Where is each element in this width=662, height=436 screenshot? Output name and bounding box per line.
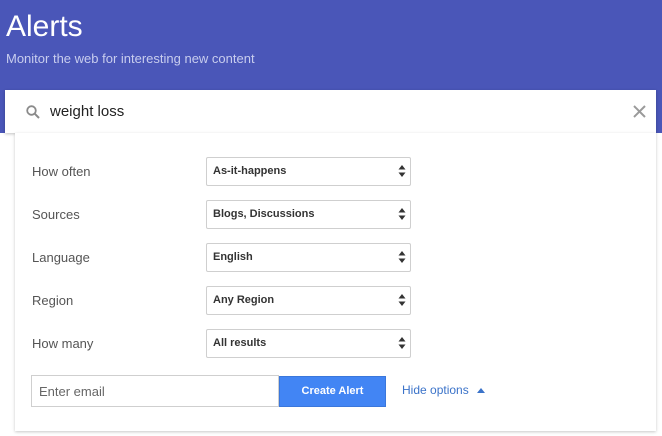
how-many-value: All results <box>213 337 267 349</box>
region-value: Any Region <box>213 294 275 306</box>
select-arrows-icon <box>398 208 406 220</box>
select-arrows-icon <box>398 251 406 263</box>
how-often-value: As-it-happens <box>213 165 287 177</box>
language-select[interactable]: English <box>206 243 411 272</box>
page-title: Alerts <box>6 10 83 43</box>
email-placeholder: Enter email <box>39 384 105 399</box>
close-icon[interactable] <box>632 104 647 119</box>
language-value: English <box>213 251 253 263</box>
page-subtitle: Monitor the web for interesting new cont… <box>6 51 255 66</box>
hide-options-link[interactable]: Hide options <box>402 383 469 397</box>
search-box[interactable]: weight loss <box>5 90 656 133</box>
option-label-language: Language <box>32 250 90 265</box>
search-input[interactable]: weight loss <box>50 103 124 120</box>
email-field[interactable]: Enter email <box>31 375 279 407</box>
option-label-how-many: How many <box>32 336 94 351</box>
how-many-select[interactable]: All results <box>206 329 411 358</box>
caret-up-icon[interactable] <box>477 388 485 393</box>
option-label-how-often: How often <box>32 164 91 179</box>
region-select[interactable]: Any Region <box>206 286 411 315</box>
sources-value: Blogs, Discussions <box>213 208 315 220</box>
create-alert-button[interactable]: Create Alert <box>279 376 386 407</box>
sources-select[interactable]: Blogs, Discussions <box>206 200 411 229</box>
search-icon <box>26 105 40 119</box>
select-arrows-icon <box>398 337 406 349</box>
options-panel: How often As-it-happens Sources Blogs, D… <box>15 133 656 431</box>
option-label-sources: Sources <box>32 207 80 222</box>
option-label-region: Region <box>32 293 74 308</box>
select-arrows-icon <box>398 294 406 306</box>
how-often-select[interactable]: As-it-happens <box>206 157 411 186</box>
select-arrows-icon <box>398 165 406 177</box>
